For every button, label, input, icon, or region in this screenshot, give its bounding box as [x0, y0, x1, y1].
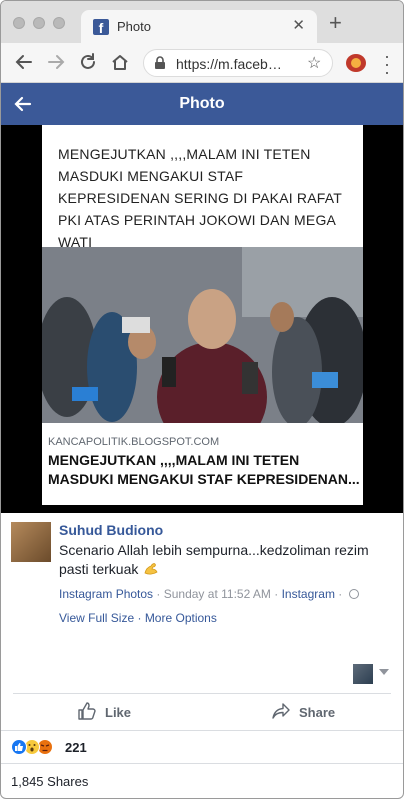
forward-arrow-icon[interactable]	[45, 51, 67, 73]
muscle-emoji	[144, 563, 158, 575]
star-icon[interactable]: ☆	[307, 53, 321, 73]
tab-photo[interactable]: f Photo ✕	[81, 10, 317, 43]
menu-icon[interactable]: · · ·	[384, 47, 390, 81]
reload-icon[interactable]	[77, 51, 99, 73]
divider	[1, 730, 403, 731]
more-options-link[interactable]: More Options	[145, 611, 217, 625]
like-button[interactable]: Like	[77, 701, 137, 725]
photo-image: MENGEJUTKAN ,,,,MALAM INI TETEN MASDUKI …	[42, 125, 363, 505]
meta-separator: ·	[270, 587, 282, 601]
view-full-size-link[interactable]: View Full Size	[59, 611, 134, 625]
fb-header: Photo	[1, 83, 403, 125]
like-reaction-icon	[11, 739, 27, 755]
meta-separator: ·	[153, 587, 164, 601]
divider	[13, 693, 391, 694]
lock-icon	[155, 56, 165, 69]
facebook-favicon: f	[93, 19, 109, 36]
maximize-window-button[interactable]	[53, 17, 65, 29]
press-photo	[42, 247, 363, 423]
post-meta: Instagram Photos · Sunday at 11:52 AM · …	[59, 587, 359, 601]
tab-title: Photo	[117, 19, 151, 34]
minimize-window-button[interactable]	[33, 17, 45, 29]
home-icon[interactable]	[109, 51, 131, 73]
browser-toolbar: https://m.faceb… ☆ · · ·	[1, 43, 403, 83]
like-label: Like	[105, 705, 132, 720]
shares-count[interactable]: 1,845 Shares	[11, 774, 88, 789]
close-window-button[interactable]	[13, 17, 25, 29]
back-arrow-icon[interactable]	[13, 51, 35, 73]
new-tab-button[interactable]: +	[329, 12, 342, 34]
post-text: Scenario Allah lebih sempurna...kedzolim…	[59, 541, 379, 579]
avatar[interactable]	[11, 522, 51, 562]
meta-separator: ·	[334, 587, 346, 601]
divider	[1, 763, 403, 764]
post-author[interactable]: Suhud Budiono	[59, 522, 163, 538]
address-bar[interactable]: https://m.faceb…	[143, 49, 333, 77]
post-links: View Full Size · More Options	[59, 611, 217, 625]
tab-bar: f Photo ✕ +	[1, 1, 403, 43]
photo-source: KANCAPOLITIK.BLOGSPOT.COM	[48, 436, 220, 448]
browser-window: f Photo ✕ + https://m.faceb… ☆ · · · Pho…	[0, 0, 404, 799]
share-button[interactable]: Share	[271, 701, 341, 725]
post-text-body: Scenario Allah lebih sempurna...kedzolim…	[59, 542, 369, 577]
photo-caption: MENGEJUTKAN ,,,,MALAM INI TETEN MASDUKI …	[48, 452, 360, 487]
globe-icon	[348, 589, 359, 599]
page-title: Photo	[179, 95, 225, 112]
link-separator: ·	[134, 611, 145, 625]
meta-source-link[interactable]: Instagram	[282, 587, 335, 601]
tab-close-icon[interactable]: ✕	[292, 16, 305, 34]
meta-app-link[interactable]: Instagram Photos	[59, 587, 153, 601]
photo-headline: MENGEJUTKAN ,,,,MALAM INI TETEN MASDUKI …	[58, 146, 342, 250]
photo-viewer[interactable]: MENGEJUTKAN ,,,,MALAM INI TETEN MASDUKI …	[1, 125, 403, 513]
profile-thumbnail[interactable]	[353, 664, 373, 684]
share-icon	[272, 703, 290, 719]
extension-icon[interactable]	[346, 54, 366, 72]
share-label: Share	[299, 705, 336, 720]
reaction-count[interactable]: 221	[65, 740, 87, 755]
post-time[interactable]: Sunday at 11:52 AM	[164, 587, 271, 601]
chevron-down-icon[interactable]	[379, 669, 389, 675]
press-photo-illustration	[42, 247, 363, 423]
like-icon	[78, 702, 96, 720]
url-text: https://m.faceb…	[176, 56, 282, 72]
